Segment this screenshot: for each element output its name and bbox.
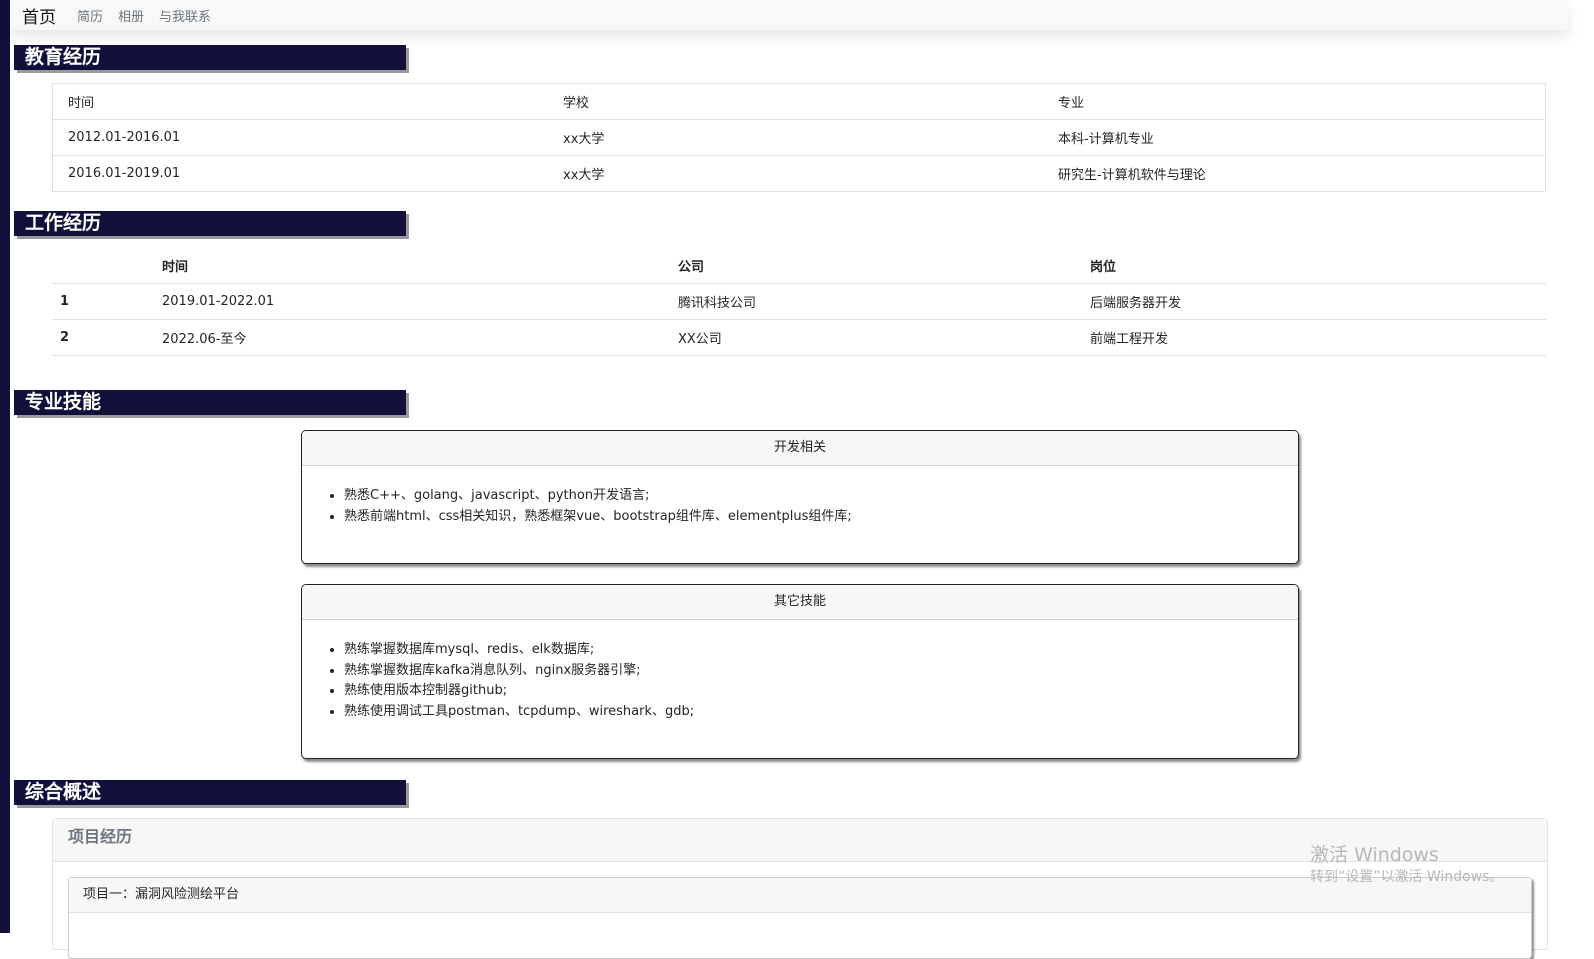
nav-link-contact[interactable]: 与我联系 [159,6,211,25]
skill-card-other: 其它技能 熟练掌握数据库mysql、redis、elk数据库; 熟练掌握数据库k… [301,584,1299,759]
list-item: 熟练掌握数据库mysql、redis、elk数据库; [344,640,1298,661]
nav-brand-home[interactable]: 首页 [22,3,56,28]
table-header-cell: 学校 [548,83,1043,120]
skill-card-dev-title: 开发相关 [302,431,1298,466]
list-item: 熟悉C++、golang、javascript、python开发语言; [344,486,1298,507]
nav-link-album[interactable]: 相册 [118,6,144,25]
list-item: 熟练使用版本控制器github; [344,681,1298,702]
list-item: 熟悉前端html、css相关知识，熟悉框架vue、bootstrap组件库、el… [344,507,1298,528]
table-cell-index: 1 [52,283,154,320]
skill-list-dev: 熟悉C++、golang、javascript、python开发语言; 熟悉前端… [302,486,1298,527]
nav-link-resume[interactable]: 简历 [77,6,103,25]
section-title-work: 工作经历 [14,211,406,236]
table-cell-index: 2 [52,319,154,356]
table-cell: 2012.01-2016.01 [52,119,548,156]
table-header-cell: 时间 [52,83,548,120]
section-title-skills: 专业技能 [14,390,406,415]
table-row: 2016.01-2019.01 xx大学 研究生-计算机软件与理论 [53,156,1546,192]
table-header-cell: 专业 [1043,83,1546,120]
windows-activation-watermark-subtitle: 转到“设置”以激活 Windows。 [1310,869,1504,885]
table-cell: 前端工程开发 [1082,319,1546,356]
work-table: 时间 公司 岗位 1 2019.01-2022.01 腾讯科技公司 后端服务器开… [52,248,1546,356]
table-cell: 后端服务器开发 [1082,283,1546,320]
windows-activation-watermark-title: 激活 Windows [1310,844,1439,866]
education-table: 时间 学校 专业 2012.01-2016.01 xx大学 本科-计算机专业 2… [52,83,1546,192]
table-cell: 腾讯科技公司 [670,283,1082,320]
table-cell: XX公司 [670,319,1082,356]
table-header-cell: 时间 [154,248,670,284]
section-title-education: 教育经历 [14,45,406,70]
list-item: 熟练掌握数据库kafka消息队列、nginx服务器引擎; [344,661,1298,682]
table-header-cell: 岗位 [1082,248,1546,284]
table-cell: 2016.01-2019.01 [68,166,181,181]
table-cell: 2022.06-至今 [154,319,670,356]
skill-list-other: 熟练掌握数据库mysql、redis、elk数据库; 熟练掌握数据库kafka消… [302,640,1298,722]
skill-card-dev: 开发相关 熟悉C++、golang、javascript、python开发语言;… [301,430,1299,564]
table-header-row: 时间 学校 专业 [52,83,1546,120]
skill-card-dev-body: 熟悉C++、golang、javascript、python开发语言; 熟悉前端… [302,466,1298,527]
list-item: 熟练使用调试工具postman、tcpdump、wireshark、gdb; [344,702,1298,723]
top-navbar: 首页 简历 相册 与我联系 [10,0,1568,30]
skill-card-other-title: 其它技能 [302,585,1298,620]
skill-card-other-body: 熟练掌握数据库mysql、redis、elk数据库; 熟练掌握数据库kafka消… [302,620,1298,722]
table-header-cell [52,248,154,284]
table-cell: xx大学 [563,168,605,183]
table-cell: xx大学 [548,119,1043,156]
left-decor-stripe [0,0,10,933]
table-cell: 研究生-计算机软件与理论 [1058,168,1206,183]
table-row: 2 2022.06-至今 XX公司 前端工程开发 [52,319,1546,356]
section-title-overview: 综合概述 [14,780,406,805]
project-card-1: 项目一：漏洞风险测绘平台 [68,877,1532,959]
table-row: 2012.01-2016.01 xx大学 本科-计算机专业 [52,119,1546,156]
table-row: 1 2019.01-2022.01 腾讯科技公司 后端服务器开发 [52,283,1546,320]
table-header-cell: 公司 [670,248,1082,284]
table-cell: 本科-计算机专业 [1043,119,1546,156]
table-header-row: 时间 公司 岗位 [52,248,1546,284]
table-cell: 2019.01-2022.01 [154,283,670,320]
scrollbar-track[interactable] [1568,0,1594,933]
